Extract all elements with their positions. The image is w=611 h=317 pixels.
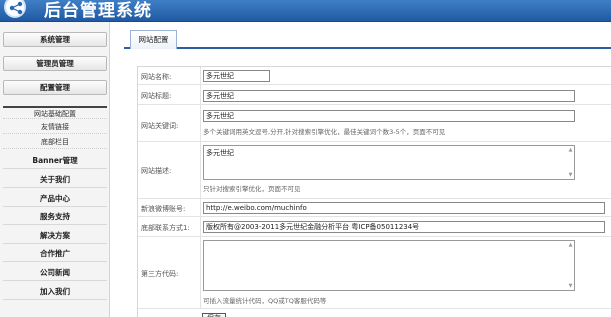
site-title-label: 网站标题: [141,92,172,100]
sidebar-item-partners[interactable]: 合作推广 [3,246,107,262]
sidebar-item-products[interactable]: 产品中心 [3,191,107,207]
form-row-keywords: 网站关键词: 多元世纪 多个关键词用英文逗号,分开,针对搜索引擎优化，最佳关键词… [138,105,611,142]
keywords-label: 网站关键词: [141,122,179,130]
description-label: 网站描述: [141,167,172,175]
sidebar-item-join[interactable]: 加入我们 [3,284,107,300]
description-text: 多元世纪 [206,149,234,157]
sidebar-item-system[interactable]: 系统管理 [3,32,107,47]
share-logo-icon [9,1,23,15]
form-row-description: 网站描述: 多元世纪 ▲ ▼ 只针对搜索引擎优化，页面不可见 [138,142,611,199]
header-bar: 后台管理系统 [0,0,611,22]
sidebar-item-service[interactable]: 服务支持 [3,209,107,225]
site-config-form: 网站名称: 多元世纪 网站标题: 多元世纪 网站关键词: 多元世纪 多个关键词用… [137,66,611,317]
sidebar: 系统管理 管理员管理 配置管理 网站基础配置 友情链接 底部栏目 Banner管… [0,22,110,317]
site-title-input[interactable]: 多元世纪 [203,90,575,102]
sidebar-item-about[interactable]: 关于我们 [3,172,107,188]
third-party-hint: 可插入流量统计代码，QQ或TQ客服代码等 [203,297,327,305]
form-row-third-party: 第三方代码: ▲ ▼ 可插入流量统计代码，QQ或TQ客服代码等 [138,237,611,309]
app-title: 后台管理系统 [44,1,152,21]
scroll-up-icon[interactable]: ▲ [567,147,574,153]
description-scrollbar[interactable]: ▲ ▼ [567,146,574,179]
keywords-input[interactable]: 多元世纪 [203,110,575,122]
site-name-label: 网站名称: [141,73,172,81]
footer-contact-label: 底部联系方式1: [141,224,190,232]
form-row-footer-contact: 底部联系方式1: 版权所有@2003-2011多元世纪金融分析平台 粤ICP备0… [138,217,611,237]
form-row-weibo: 新浪微博账号: http://e.weibo.com/muchinfo [138,199,611,217]
third-party-label: 第三方代码: [141,270,179,278]
footer-contact-input[interactable]: 版权所有@2003-2011多元世纪金融分析平台 粤ICP备05011234号 [203,221,605,233]
save-button[interactable]: 保存 [202,313,226,317]
description-textarea[interactable]: 多元世纪 ▲ ▼ [203,145,575,180]
sidebar-item-config[interactable]: 配置管理 [3,80,107,95]
third-party-textarea[interactable]: ▲ ▼ [203,240,575,291]
keywords-hint: 多个关键词用英文逗号,分开,针对搜索引擎优化，最佳关键词个数3-5个，页面不可见 [203,128,446,136]
scroll-up-icon[interactable]: ▲ [567,242,574,248]
form-row-site-title: 网站标题: 多元世纪 [138,85,611,105]
sidebar-item-admins[interactable]: 管理员管理 [3,56,107,71]
form-row-site-name: 网站名称: 多元世纪 [138,67,611,85]
weibo-input[interactable]: http://e.weibo.com/muchinfo [203,202,605,214]
sidebar-subitem-site-basic[interactable]: 网站基础配置 [3,106,107,119]
tab-site-config[interactable]: 网站配置 [130,30,177,49]
sidebar-subitem-links[interactable]: 友情链接 [3,121,107,134]
sidebar-item-news[interactable]: 公司新闻 [3,265,107,281]
scroll-down-icon[interactable]: ▼ [567,172,574,178]
description-hint: 只针对搜索引擎优化，页面不可见 [203,185,301,193]
third-party-scrollbar[interactable]: ▲ ▼ [567,241,574,290]
scroll-down-icon[interactable]: ▼ [567,283,574,289]
tab-bar [124,40,611,49]
site-name-input[interactable]: 多元世纪 [203,70,270,82]
sidebar-item-solutions[interactable]: 解决方案 [3,228,107,244]
sidebar-item-banner[interactable]: Banner管理 [3,153,107,169]
weibo-label: 新浪微博账号: [141,205,186,213]
logo [4,0,26,18]
sidebar-subitem-footer[interactable]: 底部栏目 [3,136,107,149]
